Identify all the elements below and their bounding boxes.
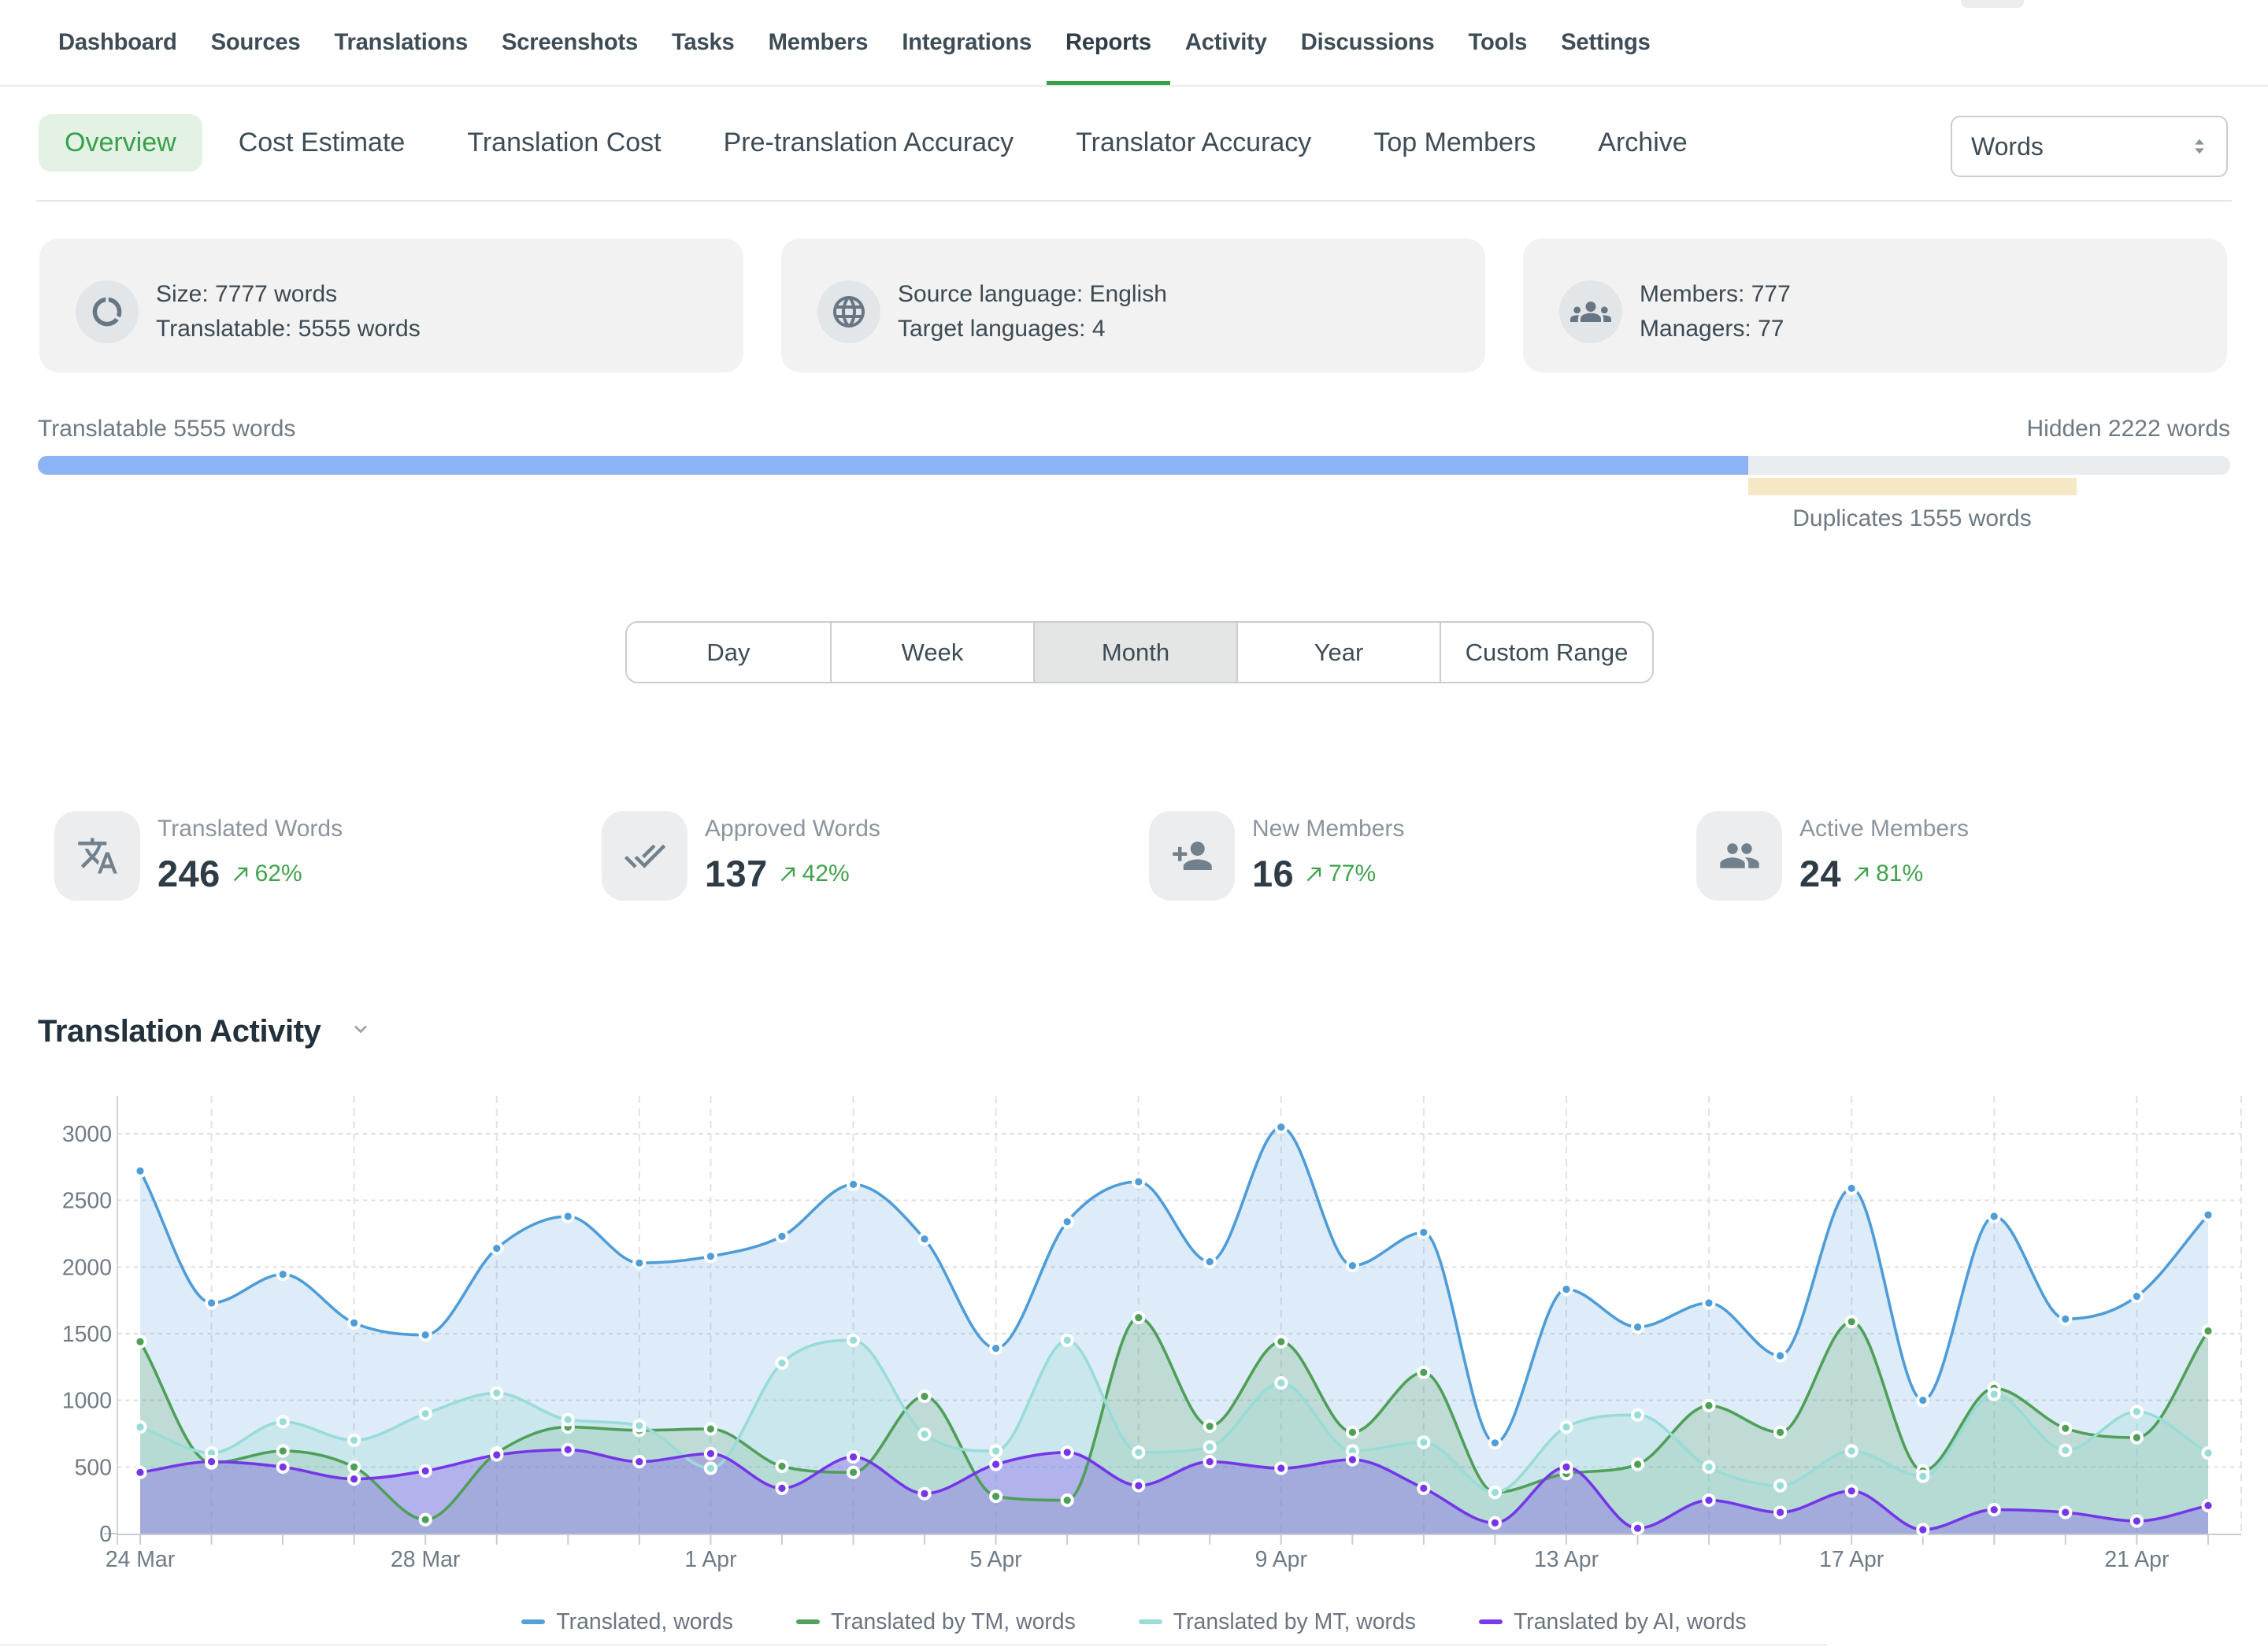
svg-text:21 Apr: 21 Apr <box>2104 1547 2169 1572</box>
svg-text:13 Apr: 13 Apr <box>1534 1547 1599 1572</box>
svg-text:1000: 1000 <box>62 1389 112 1414</box>
svg-text:0: 0 <box>99 1522 112 1547</box>
svg-text:5 Apr: 5 Apr <box>969 1547 1021 1572</box>
svg-text:9 Apr: 9 Apr <box>1255 1547 1307 1572</box>
svg-text:24 Mar: 24 Mar <box>106 1547 175 1572</box>
svg-text:28 Mar: 28 Mar <box>391 1547 460 1572</box>
svg-text:500: 500 <box>75 1455 112 1480</box>
svg-text:2500: 2500 <box>62 1189 112 1214</box>
svg-text:2000: 2000 <box>62 1255 112 1280</box>
svg-text:3000: 3000 <box>62 1122 112 1147</box>
svg-text:1 Apr: 1 Apr <box>684 1547 736 1572</box>
svg-text:17 Apr: 17 Apr <box>1819 1547 1884 1572</box>
svg-text:1500: 1500 <box>62 1322 112 1347</box>
